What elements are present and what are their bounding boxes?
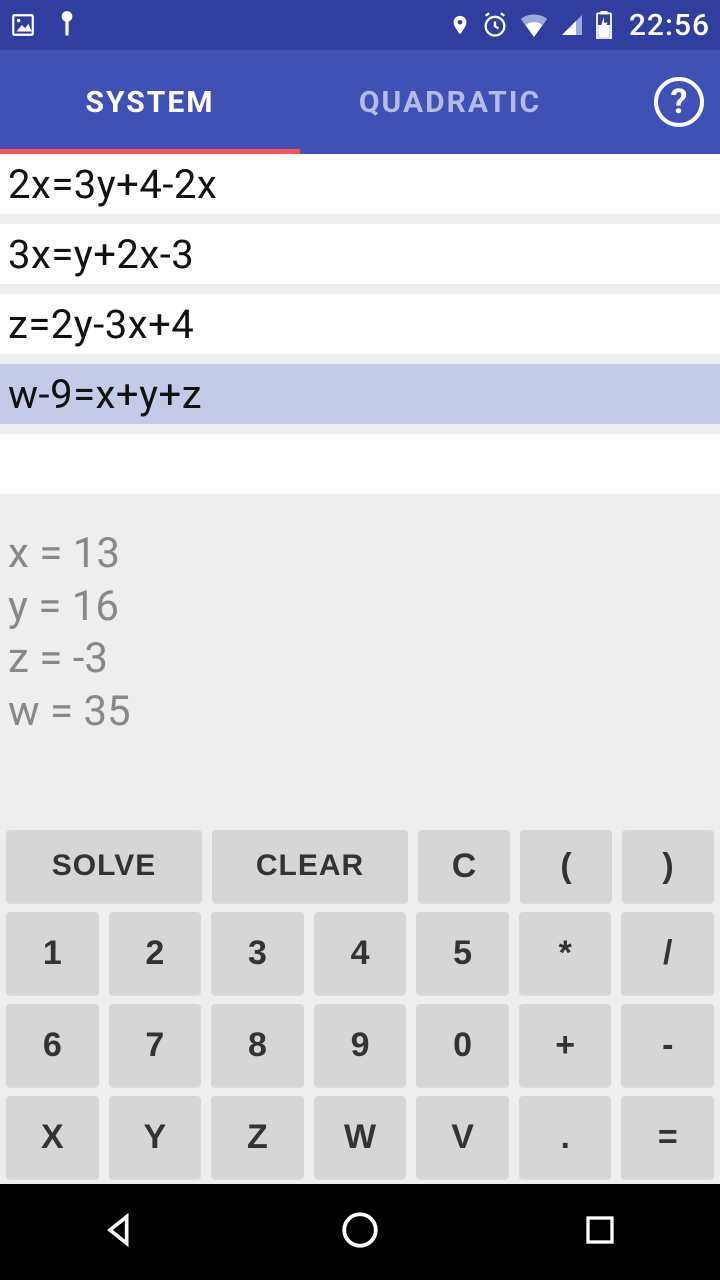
key-x[interactable]: X — [6, 1096, 99, 1178]
solve-button[interactable]: SOLVE — [6, 830, 202, 902]
clear-button[interactable]: CLEAR — [212, 830, 408, 902]
status-time: 22:56 — [629, 8, 710, 43]
key-1[interactable]: 1 — [6, 912, 99, 994]
app-bar: SYSTEM QUADRATIC ? — [0, 50, 720, 154]
key-8[interactable]: 8 — [211, 1004, 304, 1086]
help-button[interactable]: ? — [654, 77, 704, 127]
help-icon: ? — [671, 82, 688, 122]
key-minus[interactable]: - — [621, 1004, 714, 1086]
tab-quadratic[interactable]: QUADRATIC — [300, 50, 600, 154]
key-divide[interactable]: / — [621, 912, 714, 994]
alarm-icon — [481, 11, 509, 39]
equation-input-4[interactable] — [0, 434, 720, 494]
key-2[interactable]: 2 — [109, 912, 202, 994]
signal-icon — [559, 13, 585, 37]
result-x: x = 13 — [8, 528, 712, 581]
android-debug-icon — [54, 10, 80, 40]
home-icon — [339, 1209, 381, 1255]
nav-back-button[interactable] — [80, 1192, 160, 1272]
key-9[interactable]: 9 — [314, 1004, 407, 1086]
backspace-button[interactable]: C — [418, 830, 510, 902]
key-multiply[interactable]: * — [519, 912, 612, 994]
lparen-key[interactable]: ( — [520, 830, 612, 902]
wifi-icon — [519, 13, 549, 37]
status-bar: 22:56 — [0, 0, 720, 50]
back-icon — [100, 1210, 140, 1254]
tab-indicator — [0, 149, 300, 154]
key-3[interactable]: 3 — [211, 912, 304, 994]
equation-input-0[interactable]: 2x=3y+4-2x — [0, 154, 720, 214]
key-y[interactable]: Y — [109, 1096, 202, 1178]
keypad: SOLVE CLEAR C ( ) 1 2 3 4 5 * / 6 7 8 9 … — [0, 824, 720, 1184]
rparen-key[interactable]: ) — [622, 830, 714, 902]
key-dot[interactable]: . — [519, 1096, 612, 1178]
navigation-bar — [0, 1184, 720, 1280]
equation-list: 2x=3y+4-2x 3x=y+2x-3 z=2y-3x+4 w-9=x+y+z — [0, 154, 720, 504]
result-z: z = -3 — [8, 633, 712, 686]
nav-home-button[interactable] — [320, 1192, 400, 1272]
key-6[interactable]: 6 — [6, 1004, 99, 1086]
key-4[interactable]: 4 — [314, 912, 407, 994]
tab-system[interactable]: SYSTEM — [0, 50, 300, 154]
key-w[interactable]: W — [314, 1096, 407, 1178]
results-panel: x = 13 y = 16 z = -3 w = 35 — [0, 504, 720, 824]
key-equals[interactable]: = — [621, 1096, 714, 1178]
equation-input-3[interactable]: w-9=x+y+z — [0, 364, 720, 424]
picture-icon — [10, 12, 36, 38]
key-7[interactable]: 7 — [109, 1004, 202, 1086]
key-0[interactable]: 0 — [416, 1004, 509, 1086]
equation-input-1[interactable]: 3x=y+2x-3 — [0, 224, 720, 284]
key-plus[interactable]: + — [519, 1004, 612, 1086]
battery-charging-icon — [595, 11, 613, 39]
nav-recent-button[interactable] — [560, 1192, 640, 1272]
result-w: w = 35 — [8, 686, 712, 739]
key-5[interactable]: 5 — [416, 912, 509, 994]
equation-input-2[interactable]: z=2y-3x+4 — [0, 294, 720, 354]
location-icon — [449, 11, 471, 39]
key-v[interactable]: V — [416, 1096, 509, 1178]
recent-icon — [582, 1212, 618, 1252]
key-z[interactable]: Z — [211, 1096, 304, 1178]
result-y: y = 16 — [8, 581, 712, 634]
